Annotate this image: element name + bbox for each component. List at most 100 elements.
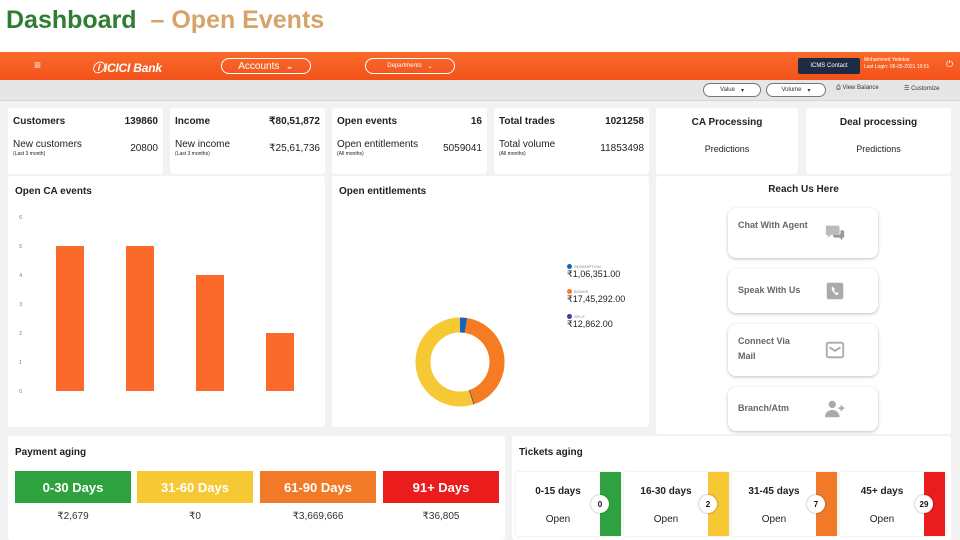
ticket-card-16-30[interactable]: 16-30 days Open 2 [624,472,729,536]
menu-icon[interactable]: ≡ [34,58,41,72]
bar[interactable] [126,246,154,391]
bar[interactable] [196,275,224,391]
ticket-card-45-plus[interactable]: 45+ days Open 29 [840,472,945,536]
y-tick-label: 1 [19,360,22,366]
volume-label: Volume [781,87,802,93]
legend-item-redemption: REDEMPTION ₹1,06,351.00 [567,264,620,280]
y-tick-label: 6 [19,215,22,221]
aging-value: ₹36,805 [422,511,460,522]
power-icon[interactable]: ⏻ [946,59,953,70]
print-icon: ⎙ [836,85,841,91]
slide-title: Dashboard – Open Events [6,6,324,35]
kpi-value: 139860 [124,116,158,127]
ticket-status: Open [869,514,895,525]
caret-down-icon: ▾ [740,87,744,94]
ticket-count-badge: 29 [915,495,933,513]
kpi-label: Income [175,116,211,127]
slide-title-main: Dashboard [6,6,137,34]
accounts-dropdown[interactable]: Accounts ⌄ [221,58,311,74]
ticket-label: 16-30 days [640,486,692,497]
reach-label: Connect Via Mail [738,336,790,361]
ticket-status: Open [545,514,571,525]
aging-bucket-31-60[interactable]: 31-60 Days [137,471,253,503]
y-tick-label: 2 [19,331,22,337]
aging-bucket-61-90[interactable]: 61-90 Days [260,471,376,503]
deal-processing-card[interactable]: Deal processing Predictions [806,108,951,174]
panel-title: Reach Us Here [768,184,839,195]
y-tick-label: 3 [19,302,22,308]
ticket-label: 45+ days [860,486,904,497]
bank-logo: ⓘICICI Bank [92,61,162,75]
branch-atm-button[interactable]: Branch/Atm [728,387,878,431]
departments-dropdown[interactable]: Departments ⌄ [365,58,455,74]
bar[interactable] [266,333,294,391]
sliders-icon: ☰ [904,86,910,92]
last-login: Last Login: 06-05-2021 19:51 [864,64,930,70]
kpi-value: 1021258 [605,116,644,127]
ticket-status: Open [653,514,679,525]
accounts-label: Accounts [238,60,280,72]
kpi-sub-note: (Last 3 month) [13,151,46,157]
kpi-sub-note: (Last 3 months) [175,151,210,157]
speak-with-us-button[interactable]: Speak With Us [728,269,878,313]
panel-title: Payment aging [15,447,87,458]
chat-with-agent-button[interactable]: Chat With Agent [728,208,878,258]
kpi-card-income[interactable]: Income ₹80,51,872 New income (Last 3 mont… [170,108,325,174]
kpi-sub-label: New income (Last 3 months) [175,139,230,158]
chevron-down-icon: ⌄ [427,63,433,70]
ticket-card-31-45[interactable]: 31-45 days Open 7 [732,472,837,536]
legend-value: ₹1,06,351.00 [567,269,621,279]
kpi-value: 16 [470,116,482,127]
mail-icon [825,341,845,359]
customize-label: Customize [911,86,940,92]
reach-label: Speak With Us [738,285,801,295]
aging-bucket-91-plus[interactable]: 91+ Days [383,471,499,503]
kpi-value: ₹80,51,872 [269,116,320,127]
prediction-label: Deal processing [839,117,918,128]
bank-name: ICICI Bank [103,61,162,75]
legend-value: ₹12,862.00 [567,319,613,329]
reach-label: Chat With Agent [738,220,808,230]
ticket-color-strip: 7 [807,472,837,536]
legend-value: ₹17,45,292.00 [567,294,626,304]
phone-icon [826,282,844,300]
ticket-status: Open [761,514,787,525]
kpi-sub-label: Open entitlements (All months) [337,139,418,158]
open-entitlements-panel: Open entitlements REDEMPTION ₹1,06,351.0… [332,176,649,427]
kpi-sub-value: 5059041 [443,143,482,154]
kpi-label: Total trades [499,116,555,127]
customize-link[interactable]: ☰ Customize [904,85,939,92]
kpi-sub-label-text: New customers [13,139,82,150]
kpi-card-open-events[interactable]: Open events 16 Open entitlements (All mon… [332,108,487,174]
ticket-count-badge: 0 [591,495,609,513]
aging-value: ₹0 [189,511,201,522]
chevron-down-icon: ⌄ [285,60,294,72]
bar[interactable] [56,246,84,391]
kpi-sub-label-text: Open entitlements [337,139,419,150]
contact-button[interactable]: ICMS Contact [798,58,860,74]
ticket-count-badge: 2 [699,495,717,513]
volume-select[interactable]: Volume ▾ [766,83,826,97]
prediction-label: CA Processing [691,117,763,128]
ticket-color-strip: 0 [591,472,621,536]
kpi-sub-value: 20800 [130,143,158,154]
view-balance-link[interactable]: ⎙ View Balance [836,85,879,92]
legend-item-bonus: BONUS ₹17,45,292.00 [567,289,625,305]
kpi-card-total-trades[interactable]: Total trades 1021258 Total volume (All mo… [494,108,649,174]
connect-via-mail-button[interactable]: Connect Via Mail [728,324,878,376]
kpi-label: Open events [337,116,398,127]
kpi-label: Customers [13,116,66,127]
legend-item-split: SPLIT ₹12,862.00 [567,314,613,330]
kpi-card-customers[interactable]: Customers 139860 New customers (Last 3 mo… [8,108,163,174]
departments-label: Departments [387,63,422,69]
aging-value: ₹3,669,666 [292,511,344,522]
kpi-sub-label-text: Total volume [499,139,556,150]
user-info: Mohammed Yedekar Last Login: 06-05-2021 … [864,57,929,71]
aging-bucket-0-30[interactable]: 0-30 Days [15,471,131,503]
ca-processing-card[interactable]: CA Processing Predictions [656,108,798,174]
toolbar: Value ▾ Volume ▾ ⎙ View Balance ☰ Customiz… [0,80,960,101]
chat-icon [825,225,845,241]
ticket-card-0-15[interactable]: 0-15 days Open 0 [516,472,621,536]
prediction-sub: Predictions [856,144,901,154]
value-select[interactable]: Value ▾ [703,83,761,97]
